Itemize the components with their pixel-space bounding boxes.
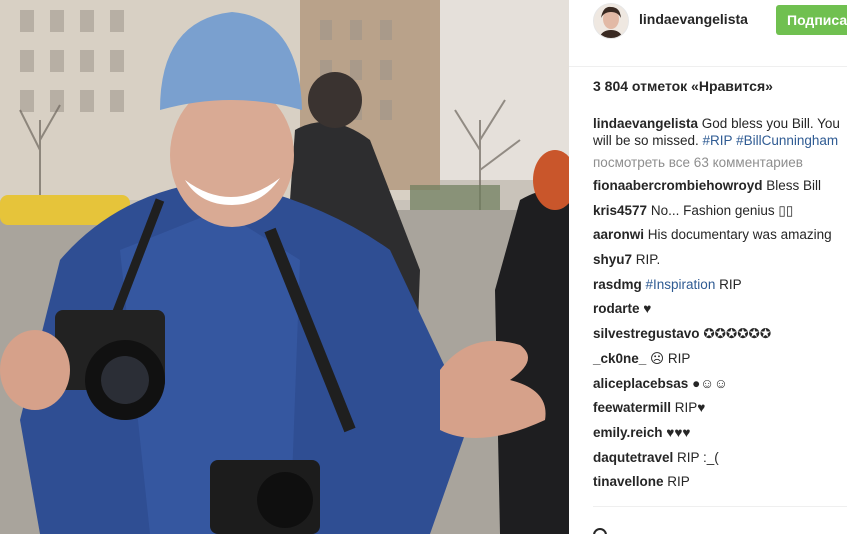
comment-username[interactable]: feewatermill — [593, 400, 671, 415]
view-all-comments-link[interactable]: посмотреть все 63 комментариев — [593, 153, 847, 173]
comment-item: silvestregustavo ✪✪✪✪✪✪ — [593, 325, 847, 342]
comment-text: RIP♥ — [671, 400, 706, 416]
comment-text: No... Fashion genius ▯▯ — [647, 202, 794, 218]
comment-username[interactable]: tinavellone — [593, 474, 664, 489]
comment-text: His documentary was amazing — [644, 227, 832, 243]
comment-username[interactable]: daqutetravel — [593, 450, 673, 465]
photo-illustration — [0, 0, 569, 534]
comment-item: emily.reich ♥♥♥ — [593, 424, 847, 441]
post-photo[interactable] — [0, 0, 569, 534]
divider — [593, 506, 847, 507]
heart-icon[interactable] — [593, 528, 607, 534]
comment-username[interactable]: fionaabercrombiehowroyd — [593, 178, 763, 193]
comment-item: aliceplacebsas ●☺☺ — [593, 375, 847, 392]
comment-item: feewatermill RIP♥ — [593, 399, 847, 416]
comment-item: rasdmg #Inspiration RIP — [593, 276, 847, 293]
comment-text: ♥ — [639, 301, 652, 317]
comments-section: lindaevangelista God bless you Bill. You… — [593, 115, 847, 498]
comment-username[interactable]: aliceplacebsas — [593, 376, 688, 391]
post-header: lindaevangelista Подписаться — [569, 0, 847, 67]
comment-item: shyu7 RIP. — [593, 251, 847, 268]
post-side-panel: lindaevangelista Подписаться 3 804 отмет… — [569, 0, 847, 534]
comment-username[interactable]: rasdmg — [593, 277, 642, 292]
comment-text: RIP — [715, 276, 742, 292]
comment-username[interactable]: silvestregustavo — [593, 326, 700, 341]
hashtag-link[interactable]: #RIP — [703, 133, 733, 148]
comment-item: _ck0ne_ ☹ RIP — [593, 350, 847, 367]
comment-username[interactable]: rodarte — [593, 301, 640, 316]
comment-item: daqutetravel RIP :_( — [593, 449, 847, 466]
comment-username[interactable]: shyu7 — [593, 252, 632, 267]
caption: lindaevangelista God bless you Bill. You… — [593, 115, 847, 149]
comment-text: RIP :_( — [673, 449, 719, 465]
comment-username[interactable]: emily.reich — [593, 425, 663, 440]
comment-item: tinavellone RIP — [593, 473, 847, 490]
comment-username[interactable]: _ck0ne_ — [593, 351, 646, 366]
comment-text: Bless Bill — [762, 178, 822, 193]
comment-item: fionaabercrombiehowroyd Bless Bill — [593, 177, 847, 194]
header-username[interactable]: lindaevangelista — [639, 11, 748, 27]
caption-text-1: God bless you Bill. You — [698, 116, 840, 131]
avatar-image — [594, 4, 628, 38]
comment-item: rodarte ♥ — [593, 300, 847, 317]
comment-item: aaronwi His documentary was amazing — [593, 226, 847, 243]
comment-username[interactable]: kris4577 — [593, 203, 647, 218]
comment-username[interactable]: aaronwi — [593, 227, 644, 242]
comment-text: ♥♥♥ — [662, 424, 691, 440]
comment-text: RIP. — [632, 252, 661, 268]
caption-text-2: will be so missed. — [593, 133, 703, 148]
likes-count[interactable]: 3 804 отметок «Нравится» — [593, 78, 773, 94]
hashtag-link[interactable]: #BillCunningham — [732, 133, 838, 148]
comment-item: kris4577 No... Fashion genius ▯▯ — [593, 202, 847, 219]
comment-text: ☹ RIP — [646, 350, 691, 366]
comment-text: ✪✪✪✪✪✪ — [699, 326, 772, 342]
comment-text: ●☺☺ — [688, 375, 728, 391]
avatar[interactable] — [593, 3, 629, 39]
hashtag-link[interactable]: #Inspiration — [642, 277, 716, 292]
caption-username[interactable]: lindaevangelista — [593, 116, 698, 131]
follow-button[interactable]: Подписаться — [776, 5, 847, 35]
comment-text: RIP — [663, 474, 690, 490]
